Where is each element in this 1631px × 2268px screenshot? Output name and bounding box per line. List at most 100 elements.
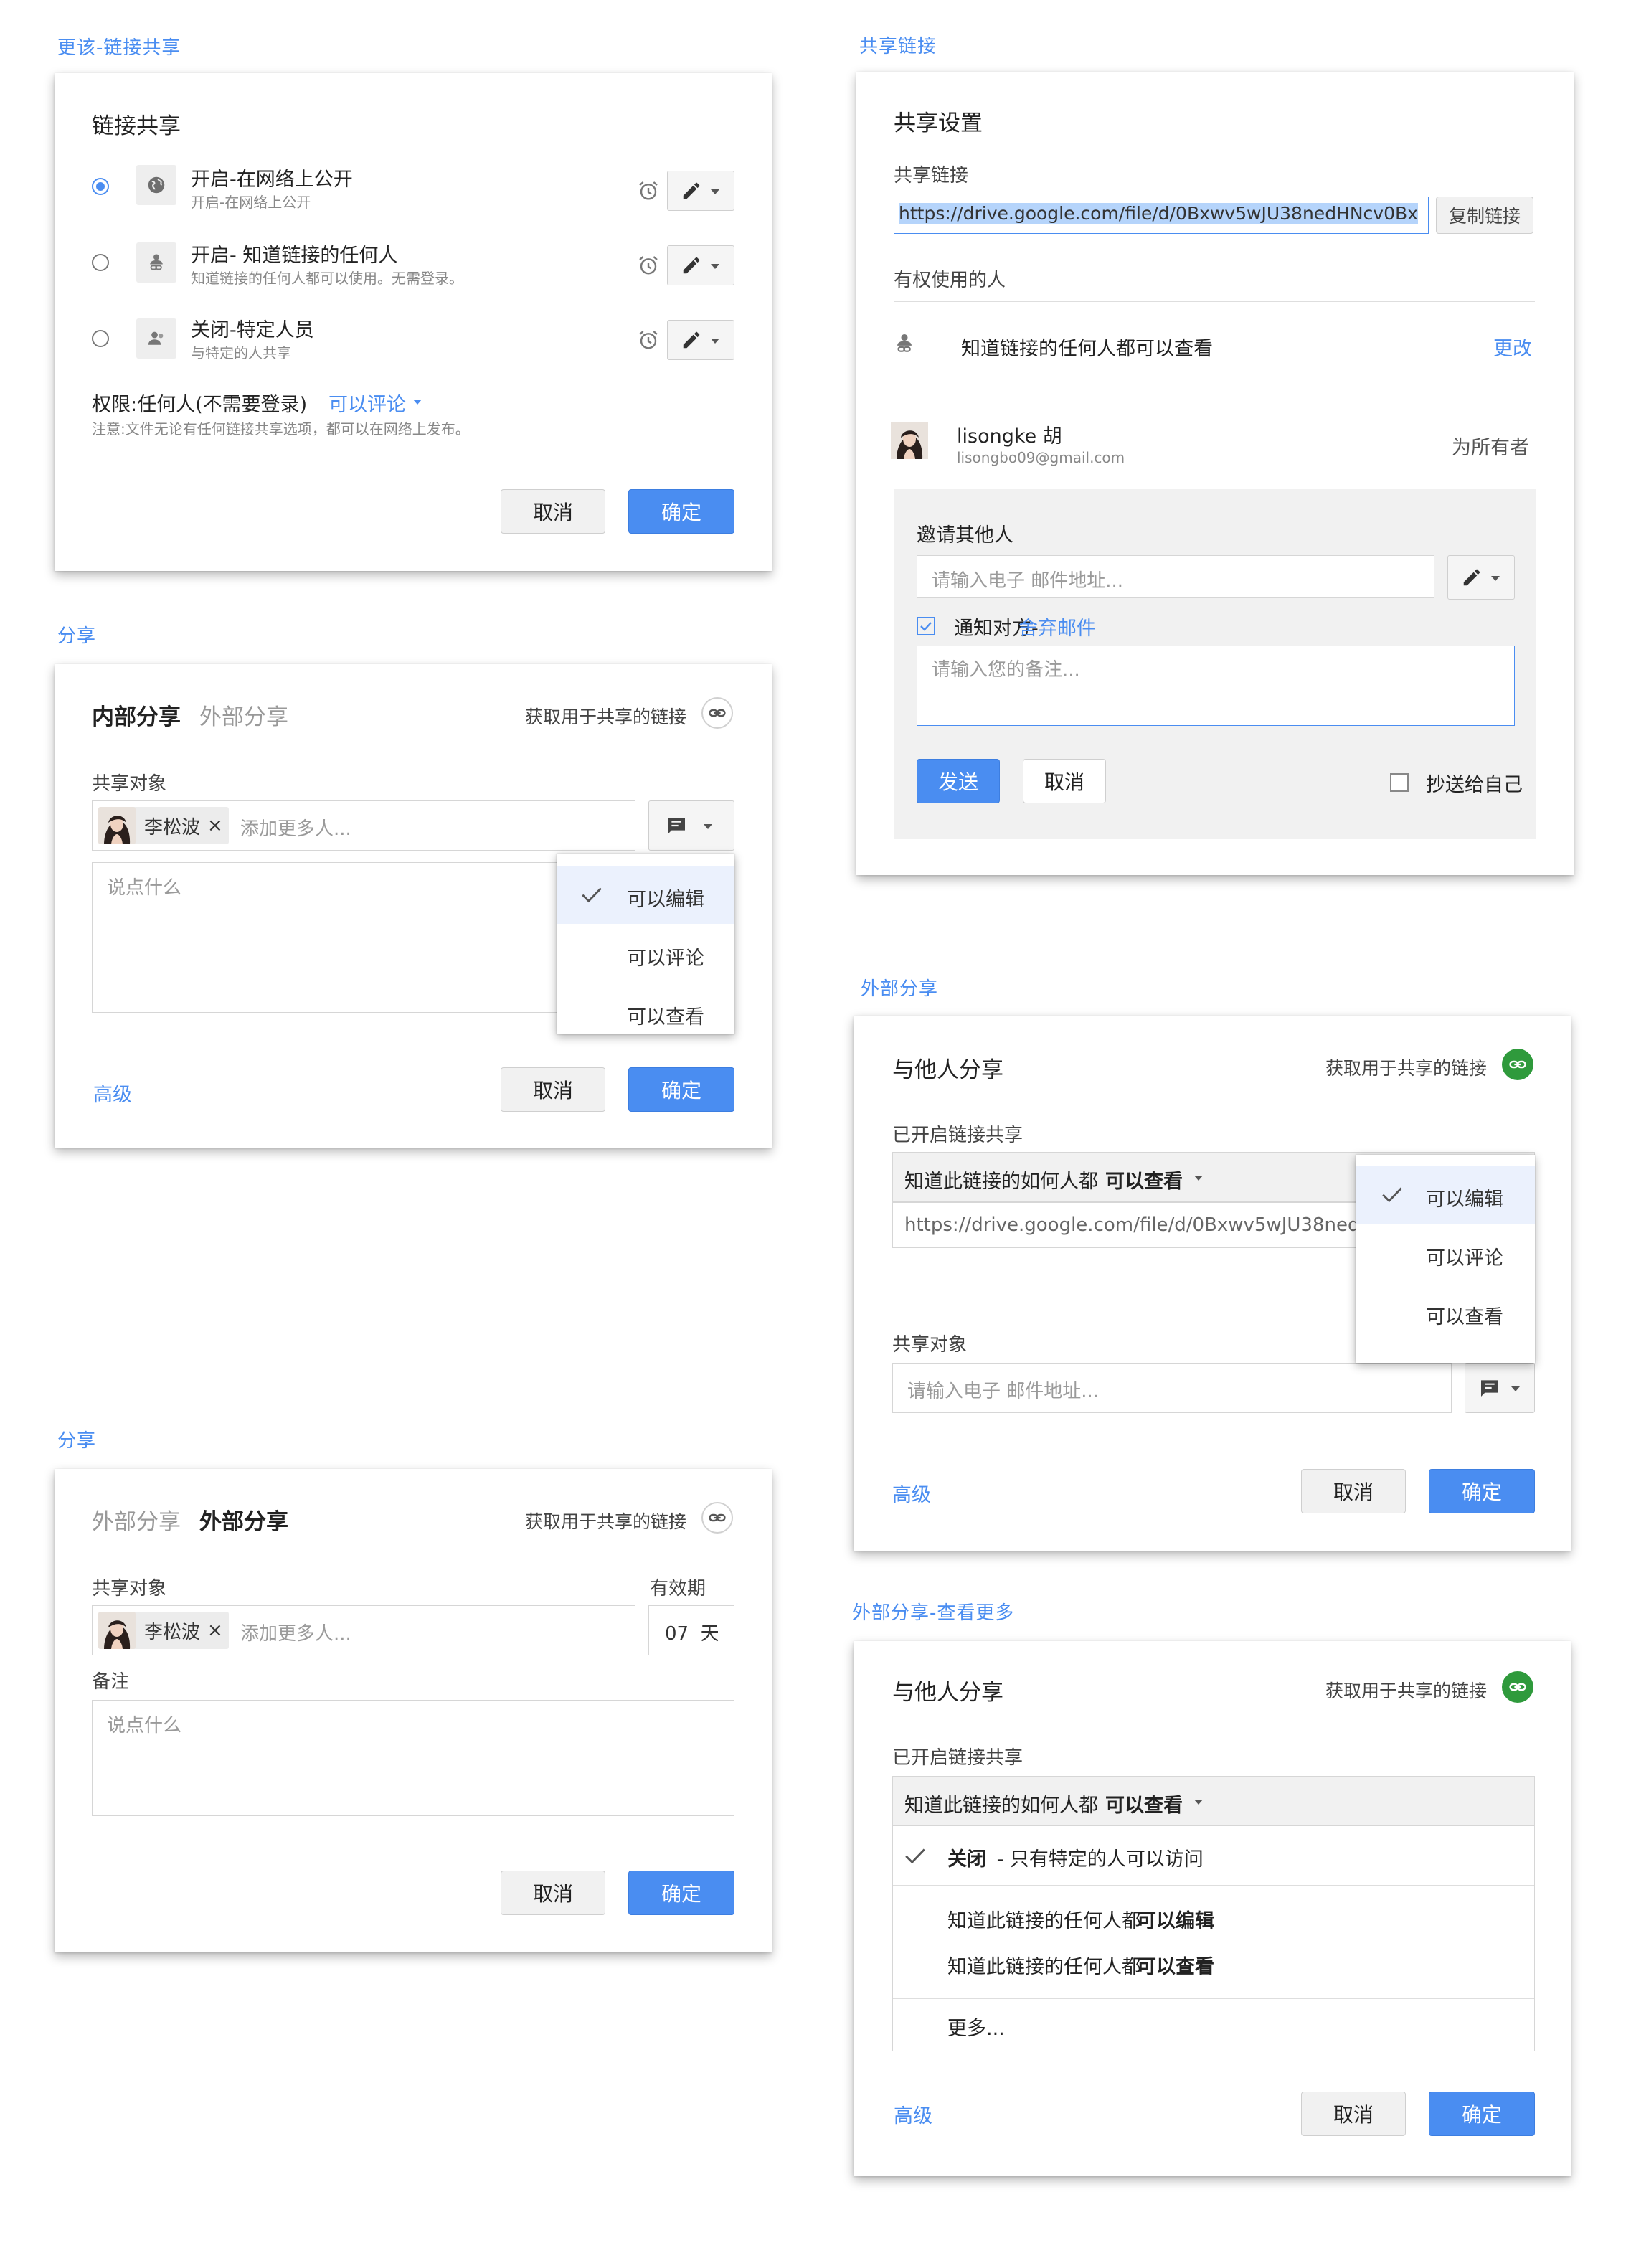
recipients-input[interactable]: 李松波 × 添加更多人... xyxy=(92,1605,635,1655)
tab-external-share[interactable]: 外部分享 xyxy=(199,699,288,731)
email-input[interactable]: 请输入电子 邮件地址... xyxy=(892,1363,1452,1413)
permission-dropdown[interactable] xyxy=(648,800,734,851)
menu-item-label: 可以评论 xyxy=(1426,1247,1503,1270)
ok-button[interactable]: 确定 xyxy=(628,489,734,534)
close-icon[interactable]: × xyxy=(207,1620,223,1641)
chevron-down-icon xyxy=(1511,1386,1520,1391)
dropdown-value: 可以查看 xyxy=(1105,1171,1183,1193)
section-title-external-share: 外部分享 xyxy=(861,978,939,1000)
globe-icon xyxy=(136,165,176,205)
cc-self-label: 抄送给自己 xyxy=(1426,774,1523,796)
ok-button[interactable]: 确定 xyxy=(1429,2092,1535,2136)
permission-dropdown[interactable] xyxy=(1465,1363,1535,1413)
menu-item-can-comment[interactable]: 可以评论 xyxy=(1356,1225,1535,1282)
permission-dropdown[interactable] xyxy=(667,245,734,285)
section-title-share-link: 共享链接 xyxy=(859,36,937,57)
dropdown-prefix: 知道此链接的如何人都 xyxy=(904,1171,1098,1193)
permission-value-link[interactable]: 可以评论 xyxy=(328,389,406,417)
link-icon[interactable] xyxy=(1502,1049,1533,1080)
get-link-text[interactable]: 获取用于共享的链接 xyxy=(1325,1677,1487,1703)
link-access-dropdown[interactable]: 知道此链接的如何人都 可以查看 xyxy=(892,1776,1535,1826)
note-placeholder: 请输入您的备注... xyxy=(932,659,1080,681)
chip-name: 李松波 xyxy=(144,816,201,838)
person-link-icon xyxy=(136,242,176,283)
message-textarea[interactable]: 说点什么 xyxy=(92,862,635,1013)
email-placeholder: 请输入电子 邮件地址... xyxy=(907,1381,1100,1402)
option-public-label: 开启-在网络上公开 xyxy=(191,169,353,191)
option-edit-bold: 可以编辑 xyxy=(1137,1910,1214,1932)
advanced-link[interactable]: 高级 xyxy=(894,2100,932,2128)
link-icon[interactable] xyxy=(701,697,733,729)
ok-button[interactable]: 确定 xyxy=(628,1871,734,1915)
get-link-text[interactable]: 获取用于共享的链接 xyxy=(525,1508,686,1534)
share-link-input[interactable]: https://drive.google.com/file/d/0Bxwv5wJ… xyxy=(894,197,1429,234)
share-settings-dialog: 共享设置 共享链接 https://drive.google.com/file/… xyxy=(856,72,1574,875)
chevron-down-icon xyxy=(1491,576,1500,581)
menu-item-label: 可以编辑 xyxy=(1426,1189,1503,1211)
alarm-icon[interactable] xyxy=(637,254,660,277)
recipients-input[interactable]: 李松波 × 添加更多人... xyxy=(92,800,635,851)
dialog-title: 与他人分享 xyxy=(892,1680,1003,1706)
cancel-button[interactable]: 取消 xyxy=(1023,759,1106,803)
tab-external-share-active[interactable]: 外部分享 xyxy=(199,1503,288,1536)
comment-icon xyxy=(665,814,688,837)
option-anyone-edit[interactable]: 知道此链接的任何人都 可以编辑 xyxy=(893,1898,1534,1938)
option-more[interactable]: 更多... xyxy=(893,2000,1534,2050)
message-placeholder: 说点什么 xyxy=(107,877,182,899)
option-public-sub: 开启-在网络上公开 xyxy=(191,194,311,211)
invite-panel: 邀请其他人 请输入电子 邮件地址... 通知对方- 舍弃邮件 请输入您的备注..… xyxy=(894,489,1536,839)
cancel-button[interactable]: 取消 xyxy=(501,1067,605,1112)
radio-anyone-with-link[interactable] xyxy=(92,254,109,271)
advanced-link[interactable]: 高级 xyxy=(93,1079,132,1107)
radio-specific-people[interactable] xyxy=(92,330,109,347)
invite-email-placeholder: 请输入电子 邮件地址... xyxy=(932,570,1124,592)
ok-button[interactable]: 确定 xyxy=(628,1067,734,1112)
cancel-button[interactable]: 取消 xyxy=(1301,2092,1406,2136)
cancel-button[interactable]: 取消 xyxy=(1301,1469,1406,1513)
alarm-icon[interactable] xyxy=(637,179,660,202)
avatar xyxy=(98,1612,136,1649)
avatar xyxy=(98,807,136,844)
chevron-down-icon xyxy=(711,189,719,194)
recipient-chip: 李松波 × xyxy=(98,1612,229,1649)
discard-mail-link[interactable]: 舍弃邮件 xyxy=(1018,613,1096,641)
link-icon[interactable] xyxy=(701,1502,733,1534)
tab-internal-share[interactable]: 内部分享 xyxy=(92,699,181,731)
radio-public[interactable] xyxy=(92,178,109,195)
divider xyxy=(894,301,1535,302)
alarm-icon[interactable] xyxy=(637,329,660,351)
note-textarea[interactable]: 说点什么 xyxy=(92,1700,734,1816)
menu-item-can-comment[interactable]: 可以评论 xyxy=(557,925,734,983)
invite-email-input[interactable]: 请输入电子 邮件地址... xyxy=(917,555,1434,598)
copy-link-button[interactable]: 复制链接 xyxy=(1436,197,1533,234)
option-off[interactable]: 关闭 - 只有特定的人可以访问 xyxy=(893,1826,1534,1885)
get-link-text[interactable]: 获取用于共享的链接 xyxy=(525,703,686,729)
validity-input[interactable]: 07 天 xyxy=(648,1605,734,1655)
section-title-external-share-more: 外部分享-查看更多 xyxy=(852,1602,1015,1624)
menu-item-can-view[interactable]: 可以查看 xyxy=(557,984,734,1041)
tab-external-share-inactive[interactable]: 外部分享 xyxy=(92,1503,181,1536)
notify-checkbox[interactable] xyxy=(917,617,935,635)
cancel-button[interactable]: 取消 xyxy=(501,1871,605,1915)
cc-self-checkbox[interactable] xyxy=(1390,773,1409,792)
permission-dropdown[interactable] xyxy=(1447,555,1515,600)
menu-item-label: 可以编辑 xyxy=(627,889,704,911)
note-textarea[interactable]: 请输入您的备注... xyxy=(917,646,1515,726)
close-icon[interactable]: × xyxy=(207,815,223,836)
permission-dropdown[interactable] xyxy=(667,320,734,360)
option-anyone-view[interactable]: 知道此链接的任何人都 可以查看 xyxy=(893,1944,1534,1984)
get-link-text[interactable]: 获取用于共享的链接 xyxy=(1325,1054,1487,1080)
menu-item-can-edit[interactable]: 可以编辑 xyxy=(557,866,734,924)
send-button[interactable]: 发送 xyxy=(917,759,1000,803)
cancel-button[interactable]: 取消 xyxy=(501,489,605,534)
add-more-placeholder: 添加更多人... xyxy=(240,1623,351,1645)
ok-button[interactable]: 确定 xyxy=(1429,1469,1535,1513)
advanced-link[interactable]: 高级 xyxy=(892,1479,931,1507)
link-icon[interactable] xyxy=(1502,1671,1533,1703)
menu-item-can-edit[interactable]: 可以编辑 xyxy=(1356,1166,1535,1224)
permission-dropdown[interactable] xyxy=(667,171,734,211)
chevron-down-icon[interactable] xyxy=(413,400,422,405)
menu-item-can-view[interactable]: 可以查看 xyxy=(1356,1284,1535,1341)
change-access-link[interactable]: 更改 xyxy=(1493,333,1532,361)
validity-value: 07 天 xyxy=(665,1623,719,1645)
